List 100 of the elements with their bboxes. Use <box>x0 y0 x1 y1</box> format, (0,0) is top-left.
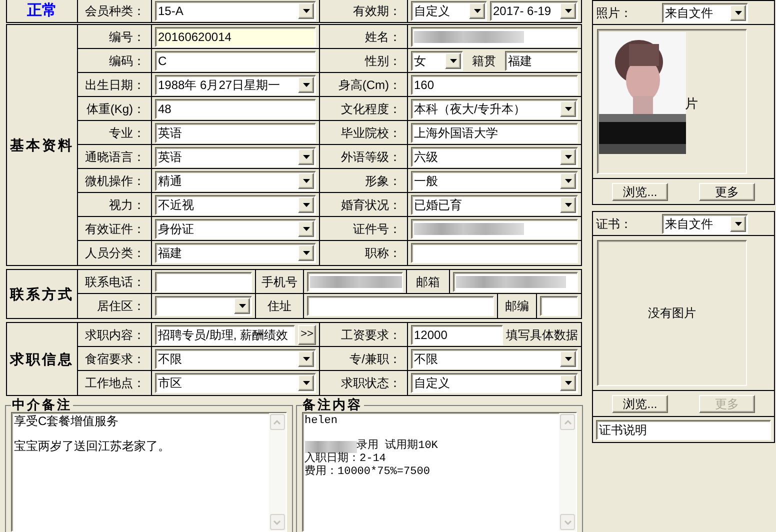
dropdown[interactable]: 已婚已育 <box>411 194 578 214</box>
button[interactable]: 浏览... <box>612 394 668 412</box>
dropdown-button[interactable] <box>560 172 576 188</box>
dropdown-button[interactable] <box>560 100 576 116</box>
dropdown[interactable]: 福建 <box>155 243 316 263</box>
text-field[interactable] <box>453 272 578 292</box>
field-label: 专/兼职： <box>350 350 401 368</box>
dropdown-button[interactable] <box>298 375 314 391</box>
dropdown-button[interactable] <box>560 148 576 164</box>
text-field[interactable]: 上海外国语大学 <box>411 122 578 142</box>
dropdown[interactable]: 来自文件 <box>662 2 748 22</box>
field-label: 微机操作： <box>85 172 145 190</box>
button: 更多 <box>698 394 755 412</box>
text-field[interactable] <box>307 296 494 316</box>
text-field[interactable] <box>411 26 578 46</box>
dropdown[interactable]: 1988年 6月27日星期一 <box>155 74 316 94</box>
dropdown[interactable]: 六级 <box>411 146 578 166</box>
text-field[interactable]: 48 <box>155 98 316 118</box>
field-label: 形象： <box>365 172 401 190</box>
field-label: 会员种类： <box>85 3 145 20</box>
field-label: 出生日期： <box>85 76 145 94</box>
caret-icon <box>302 381 310 385</box>
dropdown-button[interactable] <box>298 220 314 236</box>
text-field[interactable]: 20160620014 <box>155 26 316 46</box>
field-label: 毕业院校： <box>341 124 401 142</box>
dropdown-button[interactable] <box>298 148 314 164</box>
status-label: 正常 <box>27 0 57 21</box>
field-label: 编码： <box>109 52 145 70</box>
dropdown-button[interactable] <box>298 245 314 261</box>
field-label: 有效证件： <box>85 220 145 238</box>
dropdown[interactable]: 自定义 <box>411 373 578 393</box>
notes-textarea[interactable]: helen 录用 试用期10K 入职日期：2-14 费用：10000*75%=7500 <box>302 412 577 532</box>
dropdown[interactable] <box>155 296 252 316</box>
dropdown[interactable]: 不限 <box>411 348 578 368</box>
button[interactable]: 浏览... <box>612 182 668 200</box>
note-line: helen <box>304 415 338 428</box>
dropdown-button[interactable] <box>560 196 576 212</box>
dropdown-button[interactable] <box>298 196 314 212</box>
text-field[interactable]: 英语 <box>155 122 316 142</box>
field-label: 专业： <box>109 124 145 142</box>
field-label: 证书： <box>596 216 633 232</box>
text-field[interactable] <box>411 218 578 238</box>
text-field[interactable]: 福建 <box>505 50 578 70</box>
caret-icon <box>564 9 572 13</box>
dropdown[interactable]: 女 <box>411 50 463 70</box>
group-title: 中介备注 <box>11 398 73 412</box>
dropdown[interactable]: 来自文件 <box>662 214 748 234</box>
dropdown-button[interactable] <box>469 3 485 19</box>
caret-icon <box>564 381 572 385</box>
dropdown-button[interactable] <box>234 298 250 314</box>
field-label: 求职状态： <box>341 375 401 392</box>
caret-icon <box>302 226 310 230</box>
caret-icon <box>564 356 572 360</box>
text-field[interactable] <box>155 272 252 292</box>
field-label: 求职内容： <box>85 326 145 344</box>
expand-button[interactable]: >> <box>298 324 316 344</box>
dropdown-button[interactable] <box>730 216 746 232</box>
dropdown-button[interactable] <box>298 172 314 188</box>
text-field[interactable]: C <box>155 50 316 70</box>
note-line: 录用 试用期10K <box>356 440 438 453</box>
dropdown[interactable]: 自定义 <box>411 1 487 21</box>
caret-icon <box>474 9 480 13</box>
dropdown-button[interactable] <box>298 3 314 19</box>
text-field[interactable] <box>307 272 403 292</box>
dropdown[interactable]: 精通 <box>155 170 316 190</box>
dropdown-button[interactable] <box>560 3 576 19</box>
dropdown[interactable]: 一般 <box>411 170 578 190</box>
caret-icon <box>450 58 456 62</box>
dropdown-button[interactable] <box>560 350 576 366</box>
notes-textarea[interactable]: 享受C套餐增值服务 宝宝两岁了送回江苏老家了。 <box>11 412 286 532</box>
section-title: 联系方式 <box>10 284 74 304</box>
caret-icon <box>302 9 310 13</box>
field-label: 通晓语言： <box>85 148 145 166</box>
dropdown-button[interactable] <box>298 76 314 92</box>
dropdown[interactable]: 身份证 <box>155 218 316 238</box>
dropdown-button[interactable] <box>730 4 746 20</box>
dropdown-button[interactable] <box>445 52 461 68</box>
field-label: 住址 <box>268 298 292 315</box>
section-title: 基本资料 <box>10 136 74 154</box>
text-field[interactable]: 招聘专员/助理, 薪酬绩效 <box>155 324 295 344</box>
dropdown[interactable]: 不近视 <box>155 194 316 214</box>
dropdown[interactable]: 英语 <box>155 146 316 166</box>
text-field[interactable]: 160 <box>411 74 578 94</box>
caret-icon <box>302 82 310 86</box>
button[interactable]: 更多 <box>698 182 755 200</box>
dropdown[interactable]: 2017- 6-19 <box>490 1 578 21</box>
dropdown-button[interactable] <box>560 375 576 391</box>
text-field[interactable]: 证书说明 <box>596 420 771 440</box>
text-field[interactable] <box>411 243 578 263</box>
dropdown[interactable]: 市区 <box>155 373 316 393</box>
field-label: 文化程度： <box>341 100 401 118</box>
field-label: 外语等级： <box>341 148 401 166</box>
dropdown-button[interactable] <box>298 350 314 366</box>
dropdown[interactable]: 本科（夜大/专升本） <box>411 98 578 118</box>
dropdown[interactable]: 不限 <box>155 348 316 368</box>
section-title: 求职信息 <box>10 350 74 368</box>
text-field[interactable]: 12000 <box>411 324 503 344</box>
caret-icon <box>302 154 310 158</box>
text-field[interactable] <box>540 296 578 316</box>
dropdown[interactable]: 15-A <box>155 1 316 21</box>
